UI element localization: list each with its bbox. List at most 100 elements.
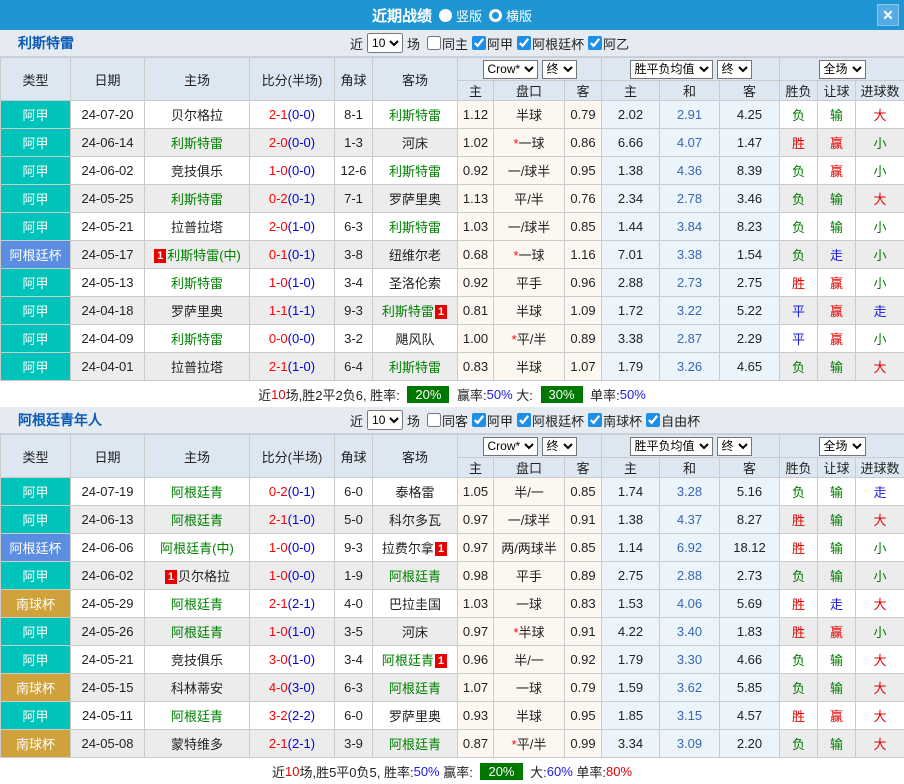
- summary-segment: 单率:: [587, 385, 620, 404]
- odds-away-cell: 0.85: [565, 534, 602, 562]
- handicap-cell: *一球: [494, 129, 565, 157]
- scope-col-header: 胜负: [780, 81, 818, 101]
- avg-draw-cell: 4.07: [660, 129, 720, 157]
- avg-source-select[interactable]: 胜平负均值: [630, 437, 713, 456]
- home-team-cell: 拉普拉塔: [145, 213, 250, 241]
- odds-away-cell: 0.95: [565, 702, 602, 730]
- table-row: 阿甲24-05-21竞技俱乐3-0(1-0)3-4阿根廷青10.96半/一0.9…: [1, 646, 904, 674]
- league-filter-checkbox[interactable]: 阿根廷杯: [513, 34, 584, 53]
- away-team-cell: 飓风队: [373, 325, 458, 353]
- league-type-cell: 阿甲: [1, 101, 71, 129]
- avg-draw-cell: 3.09: [660, 730, 720, 758]
- layout-radio-horizontal[interactable]: 横版: [489, 6, 532, 25]
- score-cell: 2-1(2-1): [250, 730, 335, 758]
- odds-away-cell: 0.89: [565, 325, 602, 353]
- avg-away-cell: 5.22: [720, 297, 780, 325]
- filter-near-label: 近: [350, 411, 363, 430]
- radio-unselected-icon[interactable]: [489, 9, 502, 22]
- avg-source-select[interactable]: 胜平负均值: [630, 60, 713, 79]
- league-filter-checkbox[interactable]: 阿根廷杯: [513, 411, 584, 430]
- same-venue-checkbox-input[interactable]: [427, 413, 441, 427]
- corners-cell: 5-0: [335, 506, 373, 534]
- league-filter-checkbox[interactable]: 南球杯: [584, 411, 642, 430]
- league-filter-checkbox[interactable]: 自由杯: [642, 411, 700, 430]
- league-filter-checkbox[interactable]: 阿甲: [468, 34, 513, 53]
- score-cell: 2-1(0-0): [250, 101, 335, 129]
- odds-col-header: 盘口: [494, 81, 565, 101]
- date-cell: 24-05-21: [71, 646, 145, 674]
- same-venue-checkbox[interactable]: 同客: [420, 411, 468, 430]
- odds-home-cell: 0.81: [458, 297, 494, 325]
- score-cell: 1-0(1-0): [250, 618, 335, 646]
- avg-home-cell: 1.72: [602, 297, 660, 325]
- league-filter-checkbox-input[interactable]: [588, 36, 602, 50]
- avg-final-select[interactable]: 终: [717, 60, 752, 79]
- home-team-cell: 利斯特雷: [145, 185, 250, 213]
- radio-selected-icon[interactable]: [439, 9, 452, 22]
- avg-draw-cell: 3.38: [660, 241, 720, 269]
- same-venue-checkbox-input[interactable]: [427, 36, 441, 50]
- league-filter-checkbox-input[interactable]: [517, 36, 531, 50]
- league-filter-checkbox-input[interactable]: [472, 36, 486, 50]
- match-count-select[interactable]: 10: [367, 410, 403, 430]
- avg-away-cell: 2.29: [720, 325, 780, 353]
- result-win-cell: 负: [780, 562, 818, 590]
- corners-cell: 6-0: [335, 702, 373, 730]
- table-row: 阿甲24-06-02竞技俱乐1-0(0-0)12-6利斯特雷0.92一/球半0.…: [1, 157, 904, 185]
- team-label: 竞技俱乐: [171, 164, 223, 179]
- avg-final-select[interactable]: 终: [717, 437, 752, 456]
- close-button[interactable]: ✕: [877, 4, 899, 26]
- handicap-cell: 平手: [494, 562, 565, 590]
- date-cell: 24-06-13: [71, 506, 145, 534]
- table-row: 南球杯24-05-15科林蒂安4-0(3-0)6-3阿根廷青1.07一球0.79…: [1, 674, 904, 702]
- odds-home-cell: 0.92: [458, 157, 494, 185]
- fulltime-score: 1-1: [269, 303, 288, 318]
- league-type-cell: 南球杯: [1, 590, 71, 618]
- away-team-cell: 利斯特雷1: [373, 297, 458, 325]
- odds-home-cell: 0.97: [458, 618, 494, 646]
- scope-select[interactable]: 全场: [819, 60, 866, 79]
- column-header: 日期: [71, 435, 145, 478]
- league-filter-checkbox-input[interactable]: [472, 413, 486, 427]
- avg-away-cell: 5.69: [720, 590, 780, 618]
- league-filter-checkbox-input[interactable]: [646, 413, 660, 427]
- handicap-label: 一球: [519, 136, 545, 151]
- odds-away-cell: 0.85: [565, 478, 602, 506]
- scope-group-header: 全场: [780, 435, 904, 458]
- fulltime-score: 0-1: [269, 247, 288, 262]
- recent-results-window: 近期战绩 竖版 横版 ✕ 利斯特雷近10场同主阿甲阿根廷杯阿乙类型日期主场比分(…: [0, 0, 904, 776]
- halftime-score: (2-1): [288, 736, 315, 751]
- section-header: 阿根廷青年人近10场同客阿甲阿根廷杯南球杯自由杯: [0, 407, 904, 434]
- team-label: 利斯特雷: [389, 164, 441, 179]
- avg-col-header: 客: [720, 458, 780, 478]
- layout-radio-vertical[interactable]: 竖版: [439, 6, 482, 25]
- corners-cell: 6-4: [335, 353, 373, 381]
- odds-source-select[interactable]: Crow*: [483, 437, 538, 456]
- result-goals-cell: 大: [856, 730, 904, 758]
- scope-select[interactable]: 全场: [819, 437, 866, 456]
- column-header: 角球: [335, 58, 373, 101]
- odds-final-select[interactable]: 终: [542, 60, 577, 79]
- match-count-select[interactable]: 10: [367, 33, 403, 53]
- league-filter-checkbox[interactable]: 阿甲: [468, 411, 513, 430]
- result-goals-cell: 走: [856, 478, 904, 506]
- corners-cell: 12-6: [335, 157, 373, 185]
- league-filter-checkbox-input[interactable]: [588, 413, 602, 427]
- corners-cell: 3-2: [335, 325, 373, 353]
- same-venue-checkbox[interactable]: 同主: [420, 34, 468, 53]
- league-filter-checkbox[interactable]: 阿乙: [584, 34, 629, 53]
- odds-final-select[interactable]: 终: [542, 437, 577, 456]
- corners-cell: 3-9: [335, 730, 373, 758]
- corners-cell: 3-4: [335, 646, 373, 674]
- league-filter-checkbox-input[interactable]: [517, 413, 531, 427]
- avg-draw-cell: 3.84: [660, 213, 720, 241]
- odds-source-select[interactable]: Crow*: [483, 60, 538, 79]
- result-handicap-cell: 赢: [818, 269, 856, 297]
- league-filter-label: 自由杯: [661, 411, 700, 430]
- handicap-cell: 半球: [494, 702, 565, 730]
- handicap-cell: 半球: [494, 297, 565, 325]
- corners-cell: 7-1: [335, 185, 373, 213]
- result-win-cell: 负: [780, 157, 818, 185]
- table-row: 阿甲24-06-021贝尔格拉1-0(0-0)1-9阿根廷青0.98平手0.89…: [1, 562, 904, 590]
- fulltime-score: 1-0: [269, 540, 288, 555]
